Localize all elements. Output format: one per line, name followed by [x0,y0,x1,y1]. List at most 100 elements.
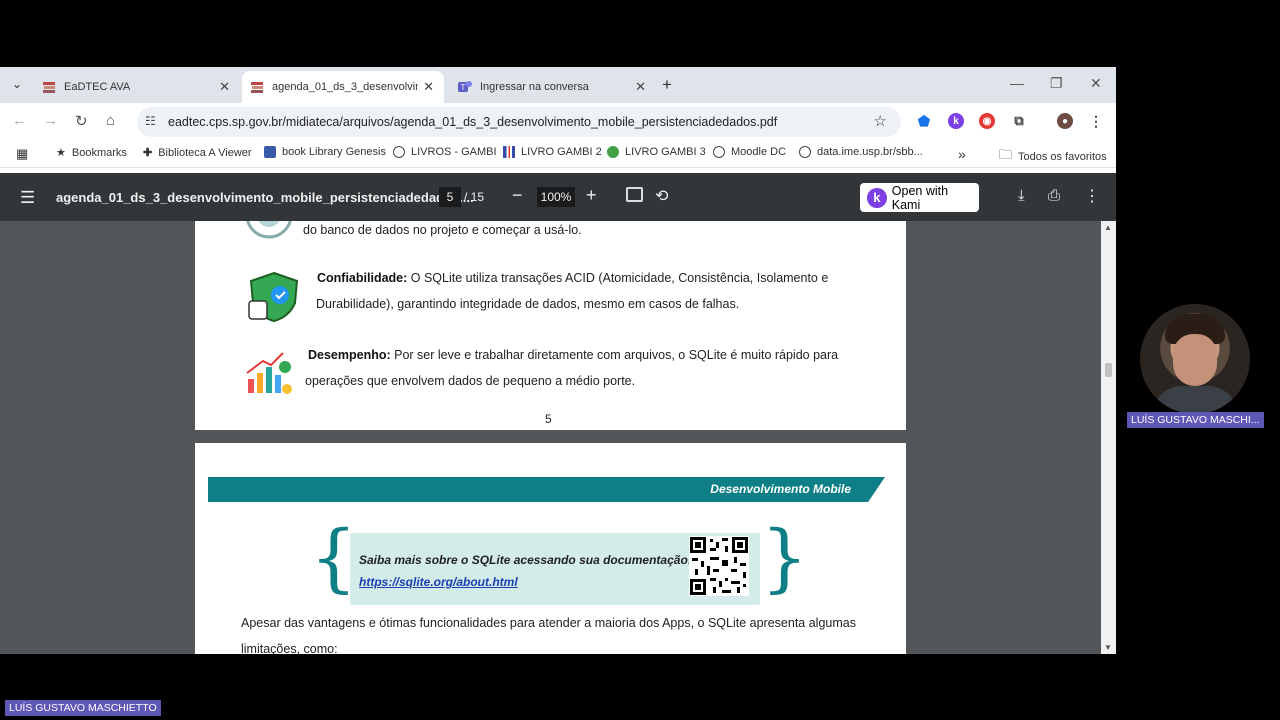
star-icon: ★ [56,147,66,159]
restore-icon[interactable]: ❐ [1050,75,1063,92]
bookmark-item[interactable]: LIVRO GAMBI 3 [607,146,706,158]
pdf-viewport[interactable]: do banco de dados no projeto e começar a… [0,221,1116,654]
apps-grid-icon[interactable]: ▦ [16,146,28,162]
scrollbar-thumb[interactable] [1105,363,1112,377]
globe-icon [393,146,405,158]
pdf-toolbar: ☰ agenda_01_ds_3_desenvolvimento_mobile_… [0,173,1116,221]
minimize-icon[interactable]: — [1010,75,1024,91]
bookmarks-bar: ▦ ★ Bookmarks ✚ Biblioteca A Viewer book L… [0,140,1116,168]
tab-label: agenda_01_ds_3_desenvolvimen [272,81,418,93]
download-icon[interactable]: ⤓ [1018,187,1025,204]
kami-extension-icon[interactable]: k [948,113,964,129]
bookmark-item[interactable]: ★ Bookmarks [56,146,127,160]
kami-logo-icon: k [867,187,887,208]
close-icon[interactable]: ✕ [423,79,434,95]
banner-title: Desenvolvimento Mobile [710,482,851,496]
globe-icon [713,146,725,158]
pdf-title: agenda_01_ds_3_desenvolvimento_mobile_pe… [56,190,474,205]
text-line: do banco de dados no projeto e começar a… [303,223,582,237]
callout-text: Saiba mais sobre o SQLite acessando sua … [359,553,692,567]
section-banner: Desenvolvimento Mobile [208,477,885,502]
tab-agenda-pdf[interactable]: agenda_01_ds_3_desenvolvimen ✕ [242,71,444,103]
pdf-page-5: do banco de dados no projeto e começar a… [195,221,906,430]
paragraph-line-1: Apesar das vantagens e ótimas funcionali… [241,616,856,630]
bookmark-item[interactable]: Moodle DC [713,146,786,158]
bookmark-item[interactable]: data.ime.usp.br/sbb... [799,146,923,158]
bookmark-item[interactable]: book Library Genesis [264,146,386,158]
bookmark-item[interactable]: ✚ Biblioteca A Viewer [143,146,252,160]
sqlite-docs-link[interactable]: https://sqlite.org/about.html [359,575,518,589]
page-total: / 15 [464,190,485,204]
zoom-in-icon[interactable]: + [586,185,597,206]
back-icon[interactable]: ← [12,112,27,129]
profile-avatar-icon[interactable]: ● [1057,113,1073,129]
tab-search-icon[interactable]: ⌄ [7,74,27,94]
new-tab-button[interactable]: + [662,75,672,95]
bookmark-item[interactable]: LIVROS - GAMBI [393,146,497,158]
growth-chart-icon [243,345,297,399]
desempenho-line-2: operações que envolvem dados de pequeno … [305,374,636,388]
extension-cap-icon[interactable]: ⬟ [916,113,932,129]
more-actions-icon[interactable]: ⋮ [1084,186,1100,206]
qr-code-icon [689,536,749,596]
browser-menu-icon[interactable]: ⋮ [1088,113,1104,129]
fit-page-icon[interactable] [626,187,643,202]
pdf-page-6: Desenvolvimento Mobile { Saiba mais sobr… [195,443,906,654]
browser-toolbar: ← → ↻ ⌂ ☷ eadtec.cps.sp.gov.br/midiateca… [0,103,1116,140]
zoom-out-icon[interactable]: − [512,185,523,206]
close-window-icon[interactable]: ✕ [1090,75,1102,92]
page-number-input[interactable]: 5 [439,187,461,207]
print-icon[interactable]: ⎙ [1048,187,1060,204]
site-info-icon[interactable]: ☷ [145,114,156,128]
documentation-callout: Saiba mais sobre o SQLite acessando sua … [350,533,760,605]
reload-icon[interactable]: ↻ [75,112,88,130]
scroll-up-icon[interactable]: ▲ [1104,223,1112,232]
tab-strip: ⌄ EaDTEC AVA ✕ agenda_01_ds_3_desenvolvi… [0,67,1116,103]
presenter-name-tag: LUÍS GUSTAVO MASCHIETTO [5,700,161,716]
close-icon[interactable]: ✕ [219,79,230,95]
globe-icon [799,146,811,158]
more-bookmarks-button[interactable]: » [958,146,966,162]
confiabilidade-line-2: Durabilidade), garantindo integridade de… [316,297,740,311]
extensions-puzzle-icon[interactable]: ⧉ [1011,113,1027,129]
all-bookmarks-folder[interactable]: 🗀 Todos os favoritos [999,146,1107,168]
bookmark-star-icon[interactable]: ☆ [874,112,887,130]
right-brace-decoration: } [761,515,809,601]
confiabilidade-title: Confiabilidade: [317,271,408,285]
bookmark-item[interactable]: LIVRO GAMBI 2 [503,146,602,158]
svg-text:T: T [461,83,466,92]
confiabilidade-line-1: Confiabilidade: O SQLite utiliza transaç… [317,271,829,285]
shield-thumbs-up-icon [245,271,303,323]
tab-eadtec-ava[interactable]: EaDTEC AVA ✕ [30,71,240,103]
home-icon[interactable]: ⌂ [106,112,115,129]
plus-icon: ✚ [143,147,153,159]
desempenho-title: Desempenho: [308,348,391,362]
url-text: eadtec.cps.sp.gov.br/midiateca/arquivos/… [168,115,778,129]
gear-icon [245,221,293,243]
participant-avatar [1140,304,1250,414]
sidebar-menu-icon[interactable]: ☰ [20,188,35,208]
book-icon [264,146,276,158]
close-icon[interactable]: ✕ [635,79,646,95]
open-with-kami-button[interactable]: k Open with Kami [860,183,979,212]
address-bar[interactable]: ☷ eadtec.cps.sp.gov.br/midiateca/arquivo… [137,107,901,137]
stack-books-icon [42,80,56,94]
scroll-down-icon[interactable]: ▼ [1104,643,1112,652]
green-dot-icon [607,146,619,158]
bars-icon [503,146,515,158]
tab-teams[interactable]: T Ingressar na conversa ✕ [446,71,656,103]
page-number: 5 [545,412,552,426]
zoom-input[interactable]: 100% [537,187,575,207]
folder-icon: 🗀 [999,147,1013,162]
desempenho-line-1: Desempenho: Por ser leve e trabalhar dir… [308,348,839,362]
tab-label: EaDTEC AVA [64,81,131,93]
browser-window: ⌄ EaDTEC AVA ✕ agenda_01_ds_3_desenvolvi… [0,67,1116,654]
participant-name-tag: LUÍS GUSTAVO MASCHI... [1127,412,1264,428]
rotate-icon[interactable]: ⟲ [655,186,668,206]
pdf-scrollbar[interactable]: ▲ ▼ [1101,221,1116,654]
paragraph-line-2: limitações, como: [241,642,338,654]
forward-icon[interactable]: → [43,112,58,129]
stack-books-icon [250,80,264,94]
screen: ⌄ EaDTEC AVA ✕ agenda_01_ds_3_desenvolvi… [0,0,1280,720]
shield-extension-icon[interactable]: ◉ [979,113,995,129]
